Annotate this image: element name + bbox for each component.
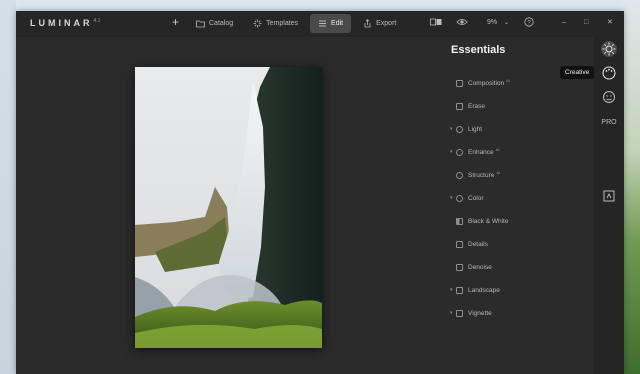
templates-label: Templates (266, 20, 299, 27)
edit-tools-panel: Essentials Composition AI Erase ▾ Light ▾… (444, 37, 594, 374)
pro-icon[interactable]: PRO (601, 115, 617, 131)
landscape-icon (456, 286, 463, 294)
add-photos-button[interactable]: + (172, 16, 179, 28)
title-bar: LUMINAR4.1 + Catalog Templates Edit Expo… (16, 11, 624, 37)
sun-icon (456, 125, 463, 133)
panel-title: Essentials (451, 44, 506, 56)
crop-icon (456, 79, 463, 87)
edit-label: Edit (331, 20, 344, 27)
ai-badge: AI (496, 170, 501, 176)
desktop-background-right (624, 0, 640, 374)
tool-label: Vignette (468, 309, 492, 317)
tool-denoise[interactable]: Denoise (444, 259, 594, 275)
palette-icon (456, 194, 463, 202)
tool-label: Details (468, 240, 488, 248)
ai-badge: AI (495, 147, 500, 153)
layers-icon[interactable] (601, 188, 617, 204)
zoom-dropdown-icon[interactable]: ⌄ (504, 17, 509, 29)
tool-details[interactable]: Details (444, 236, 594, 252)
tool-label: Landscape (468, 286, 500, 294)
help-icon[interactable]: ? (524, 17, 534, 29)
tool-label: Black & White (468, 217, 509, 225)
tool-landscape[interactable]: ▾ Landscape (444, 282, 594, 298)
denoise-icon (456, 263, 463, 271)
tool-enhance[interactable]: ▾ Enhance AI (444, 144, 594, 160)
details-icon (456, 240, 463, 248)
vignette-icon (456, 309, 463, 317)
sliders-icon (318, 19, 327, 28)
tool-black-white[interactable]: Black & White (444, 213, 594, 229)
tool-vignette[interactable]: ▾ Vignette (444, 305, 594, 321)
catalog-tab[interactable]: Catalog (188, 14, 241, 33)
edit-tab[interactable]: Edit (310, 14, 352, 33)
expand-chevron-icon: ▾ (450, 287, 453, 293)
expand-chevron-icon: ▾ (450, 195, 453, 201)
export-label: Export (376, 20, 397, 27)
preview-eye-icon[interactable] (456, 17, 468, 29)
templates-sparkle-icon (253, 19, 262, 28)
compare-view-icon[interactable] (430, 17, 442, 29)
desktop-background-left (0, 0, 16, 374)
minimize-button[interactable]: – (562, 17, 566, 29)
portrait-face-icon[interactable] (601, 89, 617, 105)
close-button[interactable]: ✕ (607, 17, 613, 29)
templates-tab[interactable]: Templates (245, 14, 306, 33)
tool-light[interactable]: ▾ Light (444, 121, 594, 137)
catalog-label: Catalog (209, 20, 234, 27)
tool-label: Erase (468, 102, 485, 110)
expand-chevron-icon: ▾ (450, 149, 453, 155)
export-tab[interactable]: Export (355, 14, 404, 33)
tool-label: Composition (468, 80, 505, 88)
export-icon (363, 19, 372, 28)
folder-icon (196, 19, 205, 28)
luminar-window: LUMINAR4.1 + Catalog Templates Edit Expo… (16, 11, 624, 374)
tool-label: Structure (468, 172, 495, 180)
tool-color[interactable]: ▾ Color (444, 190, 594, 206)
creative-palette-icon[interactable] (601, 65, 617, 81)
waterfall-photo (135, 67, 322, 348)
tool-erase[interactable]: Erase (444, 98, 594, 114)
bw-icon (456, 217, 463, 225)
app-logo: LUMINAR4.1 (30, 18, 101, 28)
ai-badge: AI (506, 78, 510, 84)
sparkle-icon (456, 148, 463, 156)
essentials-sun-icon[interactable] (601, 41, 617, 57)
tools-category-sidebar: PRO (594, 37, 624, 374)
expand-chevron-icon: ▾ (450, 310, 453, 316)
tool-label: Enhance (468, 149, 494, 157)
main-nav: Catalog Templates Edit Export (188, 14, 404, 33)
tool-structure[interactable]: Structure AI (444, 167, 594, 183)
structure-icon (456, 171, 463, 179)
eraser-icon (456, 102, 463, 110)
creative-tooltip: Creative (560, 66, 595, 79)
image-canvas[interactable] (16, 37, 444, 374)
zoom-level[interactable]: 9% (487, 17, 497, 29)
tool-label: Light (468, 125, 483, 133)
expand-chevron-icon: ▾ (450, 126, 453, 132)
tool-label: Color (468, 194, 484, 202)
maximize-button[interactable]: □ (584, 17, 588, 29)
tool-label: Denoise (468, 263, 492, 271)
